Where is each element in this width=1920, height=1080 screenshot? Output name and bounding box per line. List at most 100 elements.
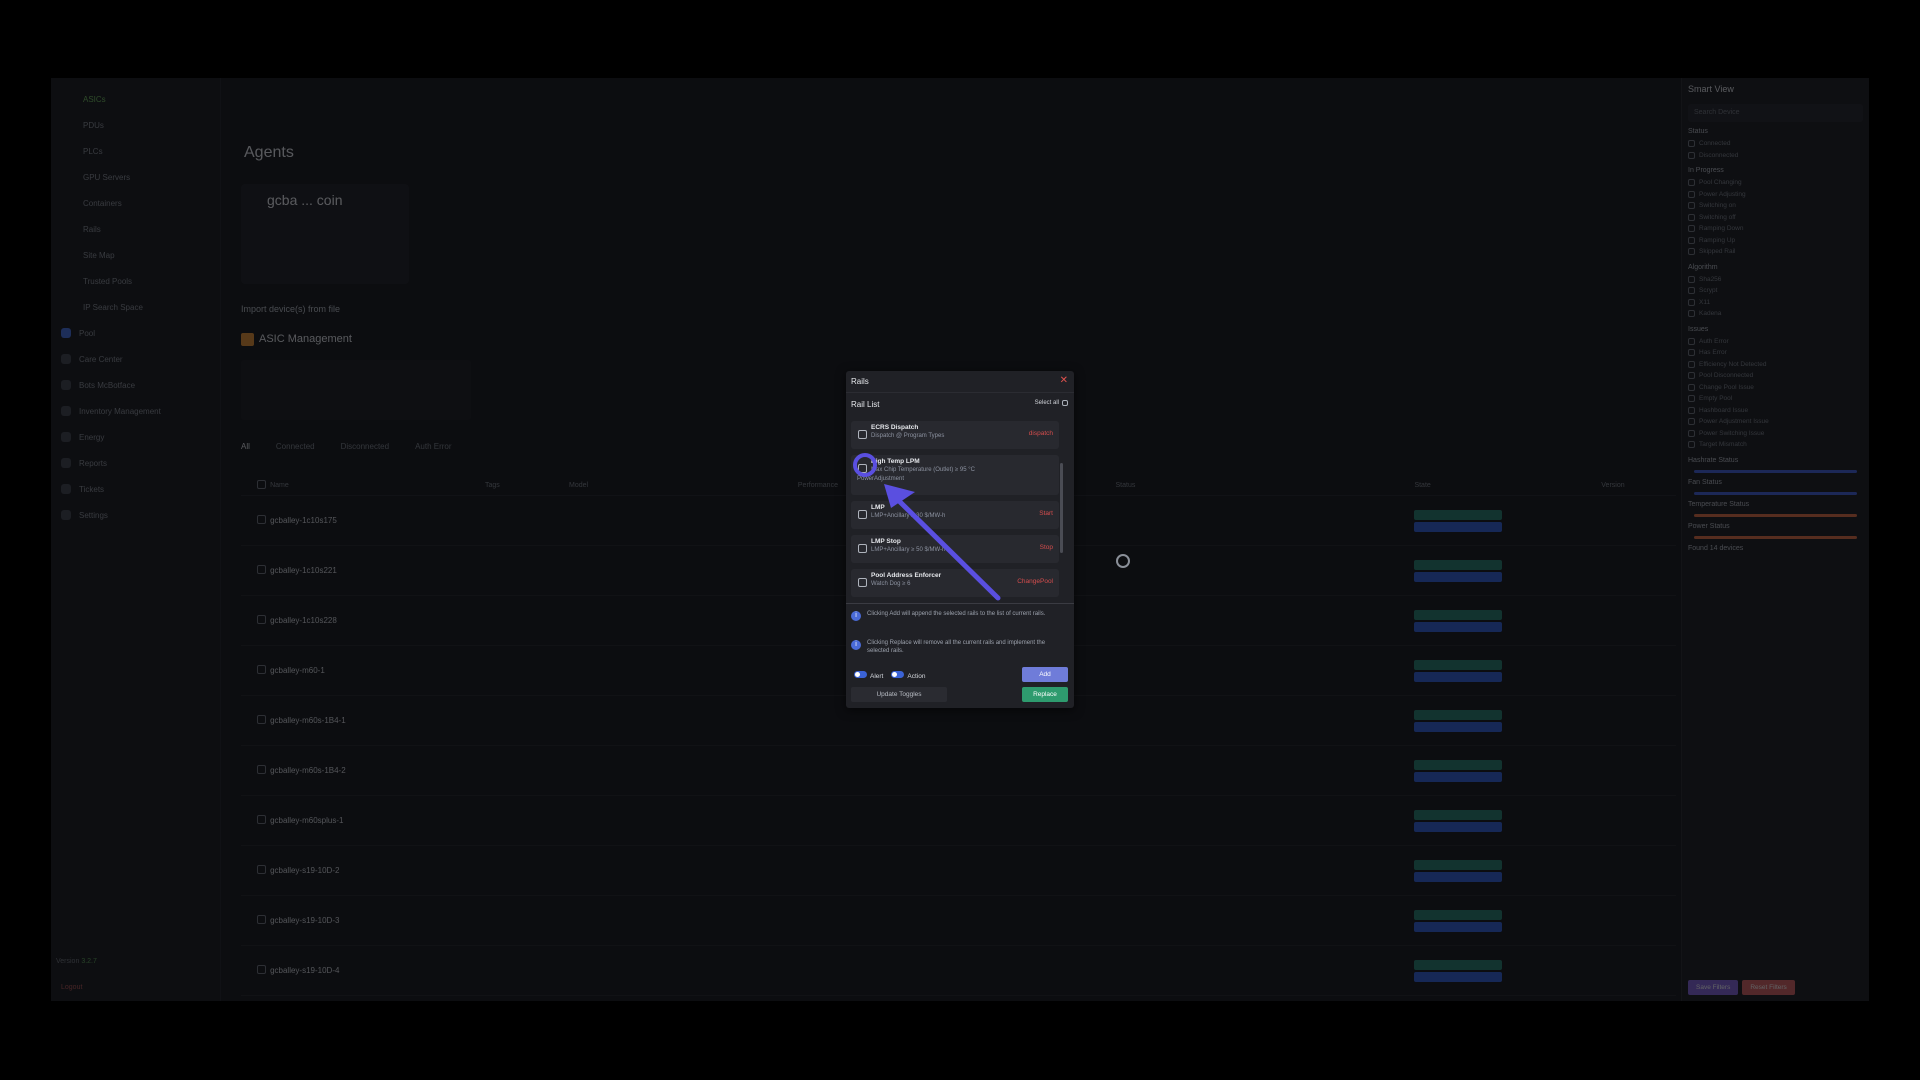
filter-option[interactable]: Power Adjusting <box>1688 189 1863 201</box>
rail-checkbox[interactable] <box>858 430 867 439</box>
tab-connected[interactable]: Connected <box>276 442 315 451</box>
filter-checkbox[interactable] <box>1688 190 1695 198</box>
device-name[interactable]: gcballey-s19-10D-2 <box>270 866 485 875</box>
rail-list-scrollbar[interactable] <box>1060 463 1063 553</box>
filter-checkbox[interactable] <box>1688 225 1695 233</box>
filter-checkbox[interactable] <box>1688 179 1695 187</box>
alert-toggle[interactable]: Alert <box>854 671 883 680</box>
filter-checkbox[interactable] <box>1688 213 1695 221</box>
filter-option[interactable]: Auth Error <box>1688 336 1863 348</box>
sidebar-item-site-map[interactable]: Site Map <box>51 242 220 268</box>
filter-checkbox[interactable] <box>1688 395 1695 403</box>
add-button[interactable]: Add <box>1022 667 1068 682</box>
filter-option[interactable]: Power Adjustment Issue <box>1688 416 1863 428</box>
filter-checkbox[interactable] <box>1688 349 1695 357</box>
temperature-slider[interactable] <box>1694 513 1857 517</box>
power-slider[interactable] <box>1694 535 1857 539</box>
filter-checkbox[interactable] <box>1688 151 1695 159</box>
row-checkbox[interactable] <box>257 565 266 574</box>
filter-checkbox[interactable] <box>1688 360 1695 368</box>
sidebar-item-asics[interactable]: ASICs <box>51 86 220 112</box>
table-row[interactable]: gcballey-s19-10D-3 <box>241 896 1676 946</box>
row-checkbox[interactable] <box>257 515 266 524</box>
filter-option[interactable]: Scrypt <box>1688 285 1863 297</box>
fan-slider[interactable] <box>1694 491 1857 495</box>
rail-checkbox[interactable] <box>858 544 867 553</box>
header-name[interactable]: Name <box>270 482 485 489</box>
table-row[interactable]: gcballey-m60s-1B4-2 <box>241 746 1676 796</box>
logout-link[interactable]: Logout <box>61 984 82 991</box>
filter-checkbox[interactable] <box>1688 406 1695 414</box>
row-checkbox[interactable] <box>257 765 266 774</box>
device-name[interactable]: gcballey-m60-1 <box>270 666 485 675</box>
filter-checkbox[interactable] <box>1688 310 1695 318</box>
filter-option[interactable]: Switching off <box>1688 212 1863 224</box>
filter-checkbox[interactable] <box>1688 140 1695 148</box>
sidebar-item-inventory[interactable]: Inventory Management <box>51 398 220 424</box>
save-filters-button[interactable]: Save Filters <box>1688 980 1739 995</box>
sidebar-item-settings[interactable]: Settings <box>51 502 220 528</box>
header-version[interactable]: Version <box>1601 482 1676 489</box>
rail-item-lmp[interactable]: LMP LMP+Ancillary ≥ 30 $/MW-h Start <box>851 501 1059 529</box>
sidebar-item-pool[interactable]: Pool <box>51 320 220 346</box>
filter-option[interactable]: Empty Pool <box>1688 393 1863 405</box>
filter-option[interactable]: Pool Disconnected <box>1688 370 1863 382</box>
filter-option[interactable]: Disconnected <box>1688 150 1863 162</box>
filter-checkbox[interactable] <box>1688 337 1695 345</box>
row-checkbox[interactable] <box>257 865 266 874</box>
sidebar-item-trusted-pools[interactable]: Trusted Pools <box>51 268 220 294</box>
filter-option[interactable]: Change Pool Issue <box>1688 382 1863 394</box>
search-device-input[interactable]: Search Device <box>1688 104 1863 122</box>
filter-checkbox[interactable] <box>1688 418 1695 426</box>
update-toggles-button[interactable]: Update Toggles <box>851 687 947 702</box>
filter-option[interactable]: Connected <box>1688 138 1863 150</box>
tab-auth-error[interactable]: Auth Error <box>415 442 451 451</box>
filter-option[interactable]: X11 <box>1688 297 1863 309</box>
replace-button[interactable]: Replace <box>1022 687 1068 702</box>
rail-item-high-temp-lpm[interactable]: High Temp LPM Max Chip Temperature (Outl… <box>851 455 1059 495</box>
gear-icon[interactable] <box>1116 554 1130 568</box>
action-switch[interactable] <box>891 671 905 678</box>
header-state[interactable]: State <box>1414 482 1601 489</box>
filter-option[interactable]: Hashboard Issue <box>1688 405 1863 417</box>
hashrate-slider[interactable] <box>1694 469 1857 473</box>
sidebar-item-reports[interactable]: Reports <box>51 450 220 476</box>
filter-option[interactable]: Efficiency Not Detected <box>1688 359 1863 371</box>
device-name[interactable]: gcballey-1c10s175 <box>270 516 485 525</box>
device-name[interactable]: gcballey-1c10s221 <box>270 566 485 575</box>
agent-card[interactable]: gcba ... coin <box>241 184 409 284</box>
device-name[interactable]: gcballey-1c10s228 <box>270 616 485 625</box>
filter-checkbox[interactable] <box>1688 236 1695 244</box>
filter-checkbox[interactable] <box>1688 287 1695 295</box>
table-row[interactable]: gcballey-s19-10D-2 <box>241 846 1676 896</box>
filter-checkbox[interactable] <box>1688 275 1695 283</box>
row-checkbox[interactable] <box>257 915 266 924</box>
rail-item-lmp-stop[interactable]: LMP Stop LMP+Ancillary ≥ 50 $/MW-h Stop <box>851 535 1059 563</box>
sidebar-item-tickets[interactable]: Tickets <box>51 476 220 502</box>
alert-switch[interactable] <box>854 671 867 678</box>
filter-option[interactable]: Power Switching Issue <box>1688 428 1863 440</box>
select-all-toggle[interactable]: Select all <box>1035 400 1068 406</box>
filter-option[interactable]: Pool Changing <box>1688 177 1863 189</box>
filter-option[interactable]: Sha256 <box>1688 274 1863 286</box>
filter-option[interactable]: Skipped Rail <box>1688 246 1863 258</box>
header-model[interactable]: Model <box>569 482 798 489</box>
sidebar-item-ip-search-space[interactable]: IP Search Space <box>51 294 220 320</box>
device-name[interactable]: gcballey-m60splus-1 <box>270 816 485 825</box>
import-devices-link[interactable]: Import device(s) from file <box>241 304 340 314</box>
rail-item-pool-address-enforcer[interactable]: Pool Address Enforcer Watch Dog ≥ 6 Chan… <box>851 569 1059 597</box>
filter-checkbox[interactable] <box>1688 248 1695 256</box>
filter-checkbox[interactable] <box>1688 429 1695 437</box>
sidebar-item-care-center[interactable]: Care Center <box>51 346 220 372</box>
filter-checkbox[interactable] <box>1688 441 1695 449</box>
filter-checkbox[interactable] <box>1688 202 1695 210</box>
filter-checkbox[interactable] <box>1688 372 1695 380</box>
table-row[interactable]: gcballey-s19-10D-4 <box>241 946 1676 996</box>
filter-option[interactable]: Ramping Down <box>1688 223 1863 235</box>
sidebar-item-containers[interactable]: Containers <box>51 190 220 216</box>
tab-disconnected[interactable]: Disconnected <box>341 442 389 451</box>
device-name[interactable]: gcballey-s19-10D-3 <box>270 916 485 925</box>
select-all-checkbox[interactable] <box>1062 400 1068 406</box>
row-checkbox[interactable] <box>257 665 266 674</box>
filter-checkbox[interactable] <box>1688 298 1695 306</box>
